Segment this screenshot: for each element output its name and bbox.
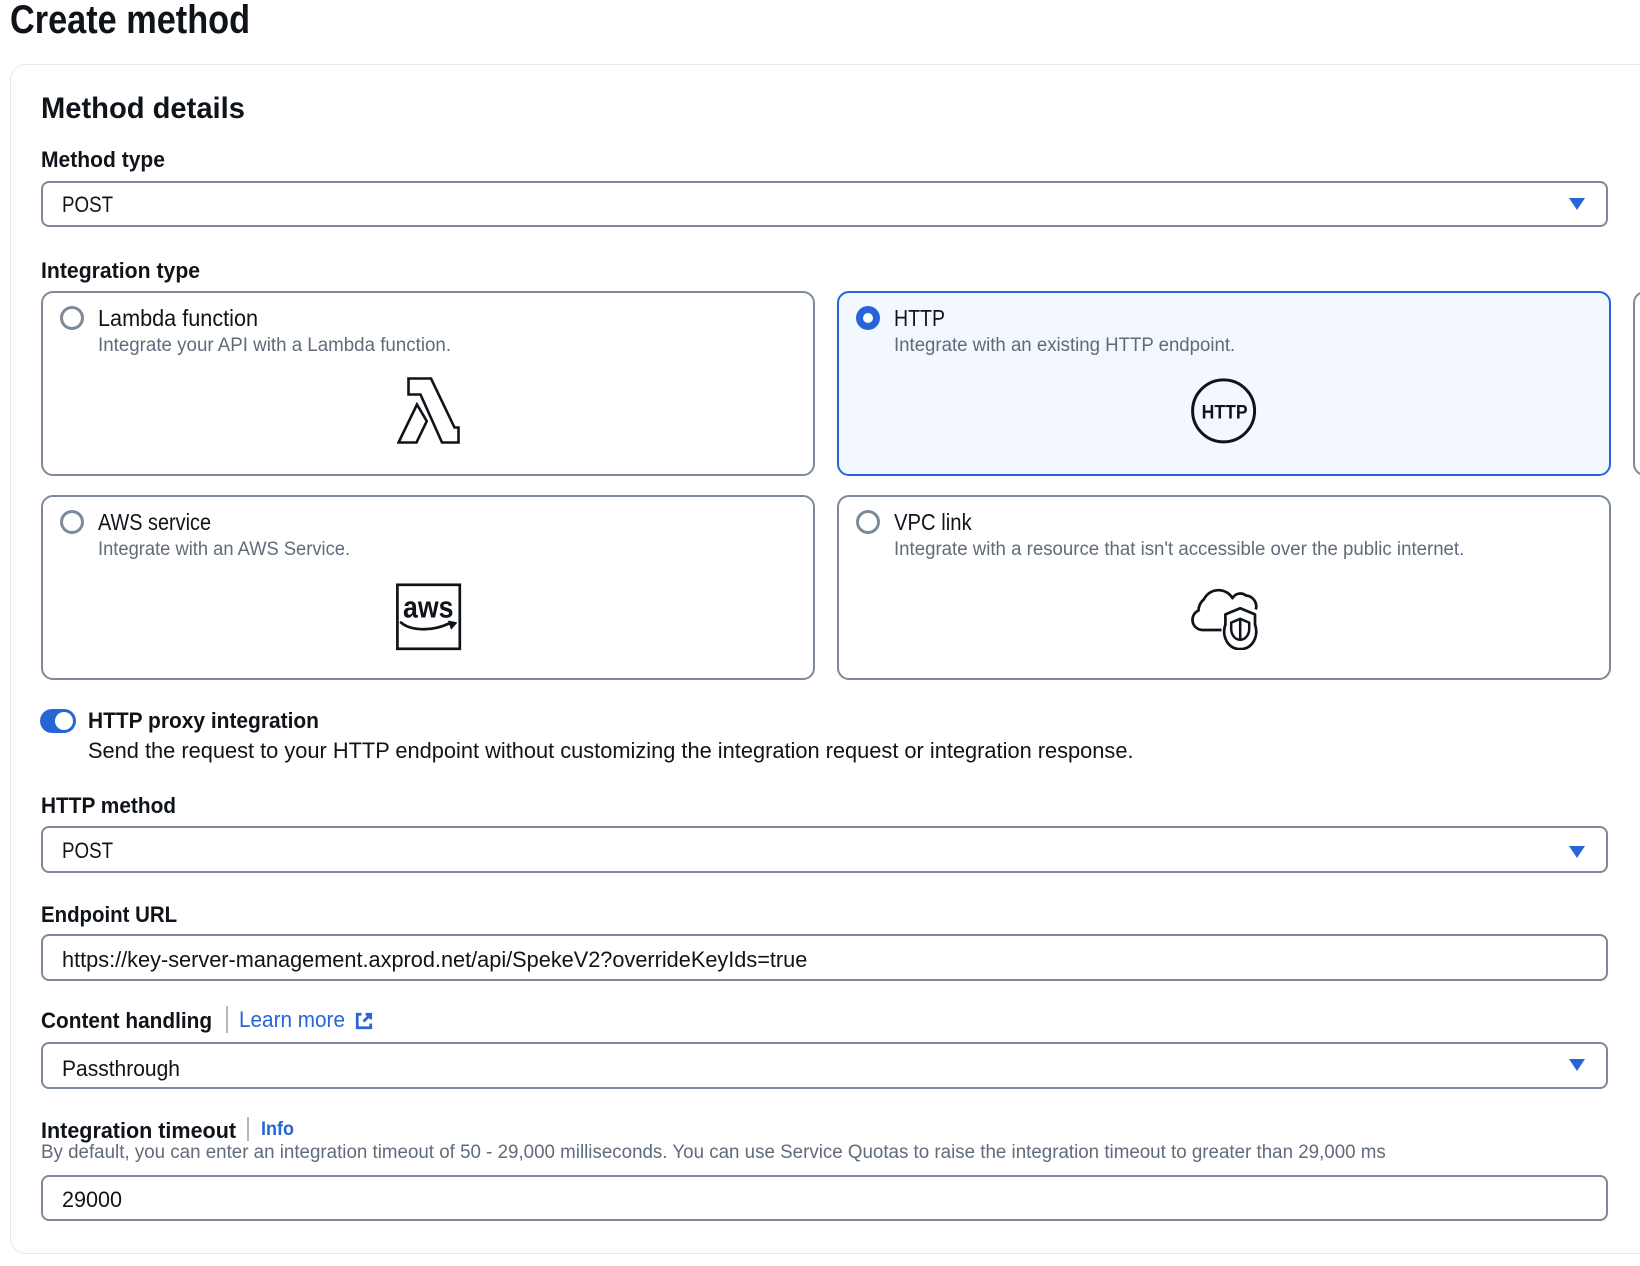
svg-text:aws: aws [403,590,454,625]
svg-text:HTTP: HTTP [1202,402,1248,423]
